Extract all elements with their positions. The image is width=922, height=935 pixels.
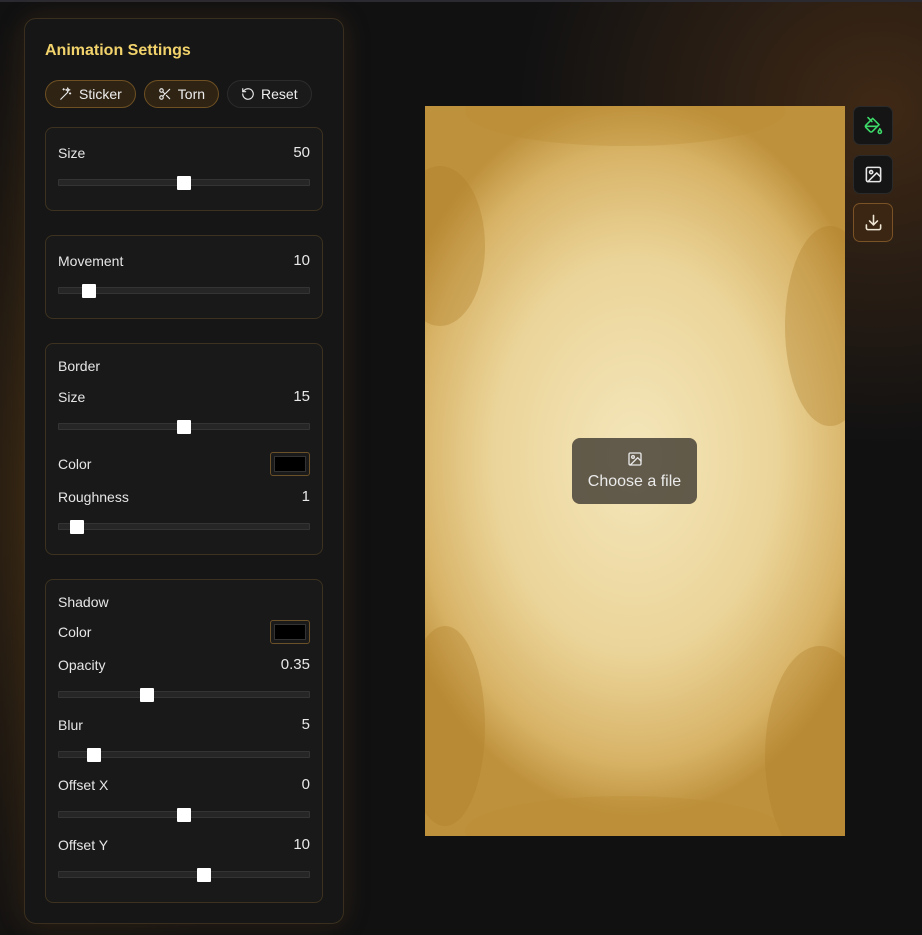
shadow-title: Shadow bbox=[58, 594, 109, 610]
panel-title: Animation Settings bbox=[45, 42, 191, 60]
torn-label: Torn bbox=[178, 86, 205, 102]
shadow-opacity-label: Opacity bbox=[58, 657, 105, 673]
movement-label: Movement bbox=[58, 253, 123, 269]
shadow-opacity-slider[interactable] bbox=[58, 691, 310, 698]
reset-button[interactable]: Reset bbox=[227, 80, 312, 108]
shadow-offset-x-row: Offset X 0 bbox=[58, 776, 310, 793]
shadow-offset-x-slider[interactable] bbox=[58, 811, 310, 818]
border-color-row: Color bbox=[58, 452, 310, 476]
border-color-label: Color bbox=[58, 456, 91, 472]
shadow-offset-y-slider-thumb[interactable] bbox=[197, 868, 211, 882]
shadow-color-label: Color bbox=[58, 624, 91, 640]
shadow-opacity-row: Opacity 0.35 bbox=[58, 656, 310, 673]
paper-stain bbox=[785, 226, 845, 426]
shadow-blur-slider-thumb[interactable] bbox=[87, 748, 101, 762]
size-row: Size 50 bbox=[58, 144, 310, 161]
download-button[interactable] bbox=[853, 203, 893, 242]
shadow-card: Shadow Color Opacity 0.35 Blur 5 Offset … bbox=[45, 579, 323, 903]
size-label: Size bbox=[58, 145, 85, 161]
shadow-offset-y-label: Offset Y bbox=[58, 837, 108, 853]
movement-card: Movement 10 bbox=[45, 235, 323, 319]
download-icon bbox=[864, 213, 883, 232]
paper-stain bbox=[425, 626, 485, 826]
shadow-blur-value: 5 bbox=[302, 716, 310, 733]
paper-stain bbox=[465, 106, 785, 146]
border-roughness-slider-thumb[interactable] bbox=[70, 520, 84, 534]
shadow-opacity-slider-thumb[interactable] bbox=[140, 688, 154, 702]
torn-button[interactable]: Torn bbox=[144, 80, 219, 108]
shadow-offset-x-label: Offset X bbox=[58, 777, 108, 793]
rotate-ccw-icon bbox=[241, 87, 255, 101]
border-size-slider[interactable] bbox=[58, 423, 310, 430]
border-roughness-row: Roughness 1 bbox=[58, 488, 310, 505]
image-icon bbox=[627, 451, 643, 467]
shadow-blur-slider[interactable] bbox=[58, 751, 310, 758]
preview-canvas: Choose a file bbox=[425, 106, 845, 836]
settings-panel: Animation Settings Sticker Torn Reset Si… bbox=[24, 18, 344, 924]
background-fill-button[interactable] bbox=[853, 106, 893, 145]
size-value: 50 bbox=[293, 144, 310, 161]
border-size-label: Size bbox=[58, 389, 85, 405]
sticker-button[interactable]: Sticker bbox=[45, 80, 136, 108]
border-roughness-slider[interactable] bbox=[58, 523, 310, 530]
shadow-color-swatch bbox=[274, 624, 306, 640]
border-card: Border Size 15 Color Roughness 1 bbox=[45, 343, 323, 555]
scissors-icon bbox=[158, 87, 172, 101]
sticker-label: Sticker bbox=[79, 86, 122, 102]
shadow-offset-x-value: 0 bbox=[302, 776, 310, 793]
shadow-color-row: Color bbox=[58, 620, 310, 644]
choose-file-button[interactable]: Choose a file bbox=[572, 438, 697, 504]
shadow-offset-y-slider[interactable] bbox=[58, 871, 310, 878]
border-color-swatch bbox=[274, 456, 306, 472]
border-size-slider-thumb[interactable] bbox=[177, 420, 191, 434]
shadow-offset-y-row: Offset Y 10 bbox=[58, 836, 310, 853]
shadow-opacity-value: 0.35 bbox=[281, 656, 310, 673]
magic-wand-icon bbox=[59, 87, 73, 101]
shadow-blur-row: Blur 5 bbox=[58, 716, 310, 733]
border-size-row: Size 15 bbox=[58, 388, 310, 405]
movement-slider[interactable] bbox=[58, 287, 310, 294]
movement-slider-thumb[interactable] bbox=[82, 284, 96, 298]
size-card: Size 50 bbox=[45, 127, 323, 211]
choose-file-label: Choose a file bbox=[588, 473, 681, 491]
image-button[interactable] bbox=[853, 155, 893, 194]
movement-value: 10 bbox=[293, 252, 310, 269]
reset-label: Reset bbox=[261, 86, 298, 102]
size-slider[interactable] bbox=[58, 179, 310, 186]
border-size-value: 15 bbox=[293, 388, 310, 405]
size-slider-thumb[interactable] bbox=[177, 176, 191, 190]
shadow-blur-label: Blur bbox=[58, 717, 83, 733]
paint-bucket-icon bbox=[864, 116, 883, 135]
border-title: Border bbox=[58, 358, 100, 374]
paper-stain bbox=[465, 796, 785, 836]
border-roughness-label: Roughness bbox=[58, 489, 129, 505]
window-top-border bbox=[0, 0, 922, 2]
shadow-offset-y-value: 10 bbox=[293, 836, 310, 853]
border-color-picker[interactable] bbox=[270, 452, 310, 476]
paper-stain bbox=[765, 646, 845, 836]
border-roughness-value: 1 bbox=[302, 488, 310, 505]
paper-stain bbox=[425, 166, 485, 326]
mode-tabs: Sticker Torn Reset bbox=[45, 80, 312, 108]
shadow-color-picker[interactable] bbox=[270, 620, 310, 644]
image-icon bbox=[864, 165, 883, 184]
shadow-offset-x-slider-thumb[interactable] bbox=[177, 808, 191, 822]
movement-row: Movement 10 bbox=[58, 252, 310, 269]
